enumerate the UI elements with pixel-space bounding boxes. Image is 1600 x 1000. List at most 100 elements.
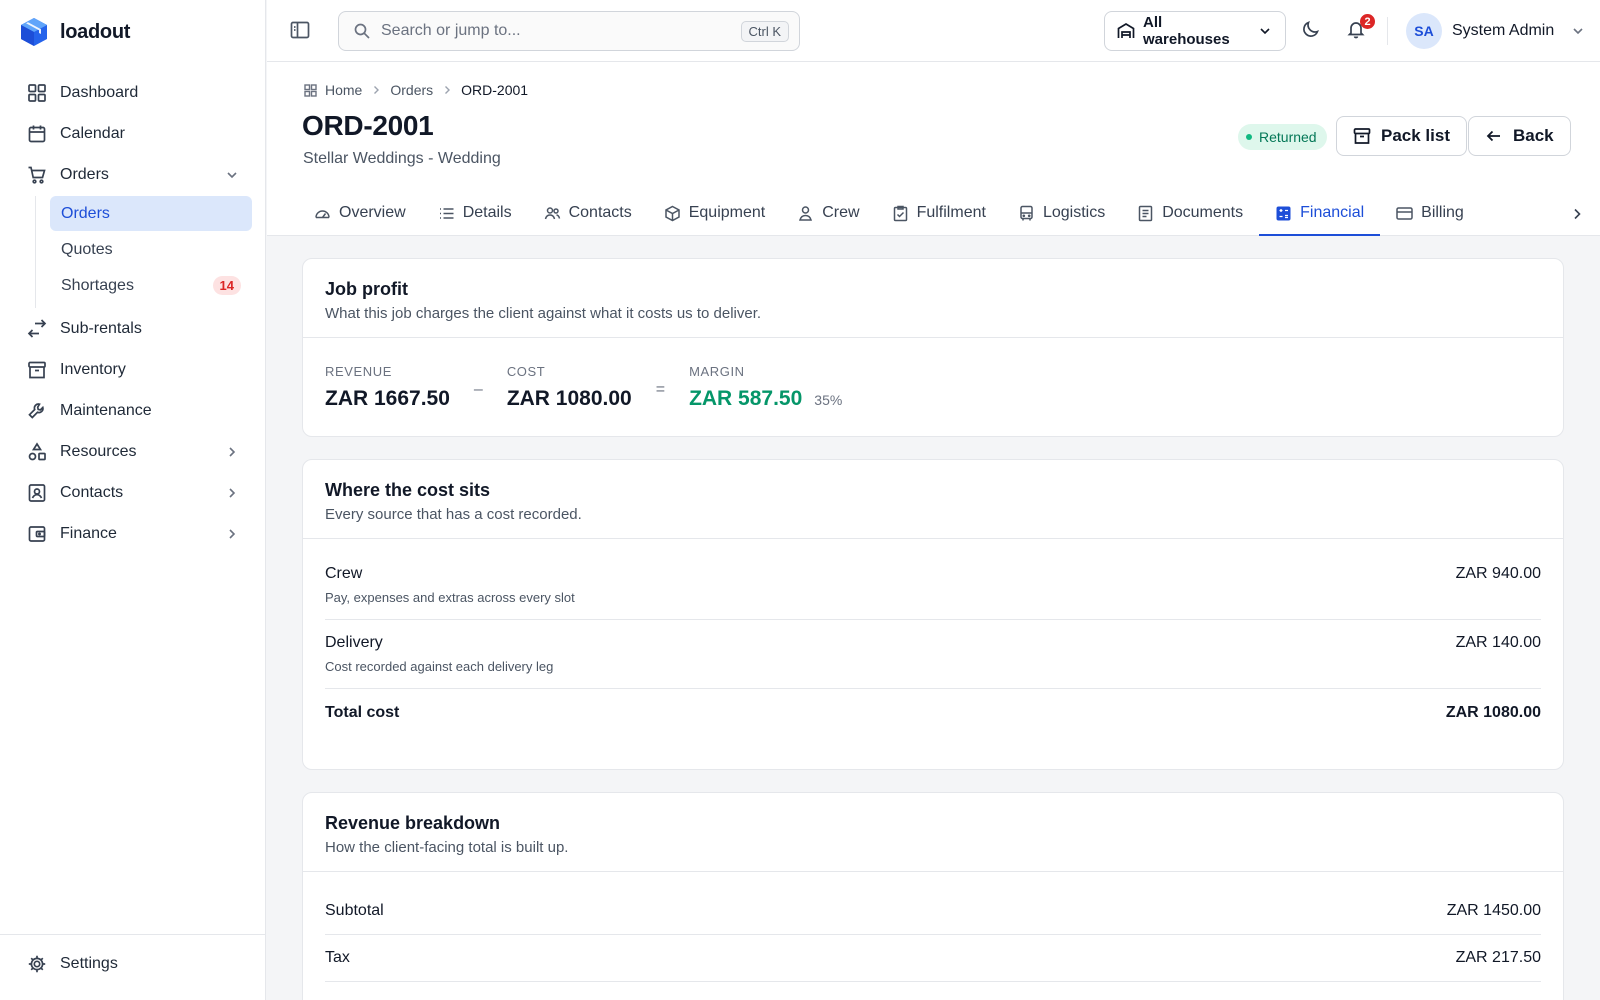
sidebar-item-contacts[interactable]: Contacts (14, 472, 252, 513)
tab-label: Contacts (568, 204, 632, 221)
sidebar-item-sub-rentals[interactable]: Sub-rentals (14, 308, 252, 349)
sidebar-item-inventory[interactable]: Inventory (14, 349, 252, 390)
search-input[interactable] (381, 22, 741, 40)
equals-operator: = (655, 381, 666, 398)
cost-row-text: Delivery Cost recorded against each deli… (325, 634, 553, 688)
cost-row-text: Crew Pay, expenses and extras across eve… (325, 565, 575, 619)
status-badge: Returned (1238, 124, 1327, 150)
tab-billing[interactable]: Billing (1380, 192, 1480, 236)
tab-label: Overview (339, 204, 406, 221)
sidebar-subitem-shortages[interactable]: Shortages 14 (50, 268, 252, 303)
sidebar-item-label: Inventory (60, 360, 126, 378)
box-icon (664, 205, 681, 222)
minus-operator: – (473, 381, 483, 398)
sidebar-item-label: Calendar (60, 124, 125, 142)
status-label: Returned (1259, 129, 1317, 145)
card-header: Job profit What this job charges the cli… (303, 259, 1563, 338)
tab-details[interactable]: Details (422, 192, 528, 236)
breadcrumb-orders[interactable]: Orders (390, 82, 433, 98)
sidebar-subitem-quotes[interactable]: Quotes (50, 232, 252, 267)
tab-contacts[interactable]: Contacts (528, 192, 648, 236)
page-subtitle: Stellar Weddings - Wedding (303, 150, 501, 167)
tab-label: Logistics (1042, 204, 1106, 221)
notifications-button[interactable]: 2 (1346, 14, 1375, 41)
cost-total-label: Total cost (325, 704, 400, 721)
contact-card-icon (26, 482, 48, 504)
sidebar-subitem-label: Orders (61, 204, 110, 222)
page-header: Home Orders ORD-2001 ORD-2001 Stellar We… (267, 62, 1600, 236)
global-search[interactable]: Ctrl K (338, 11, 800, 51)
sidebar: loadout Dashboard Calendar Orders Orders… (0, 0, 266, 1000)
arrow-left-icon (1485, 127, 1503, 145)
chevron-down-icon[interactable] (224, 167, 240, 183)
cube-logo-icon (20, 17, 48, 47)
cost-total-row: Total cost ZAR 1080.00 (325, 689, 1541, 737)
sidebar-toggle-icon[interactable] (289, 19, 313, 43)
app-logo[interactable]: loadout (20, 16, 130, 48)
back-button[interactable]: Back (1468, 116, 1571, 156)
sidebar-item-calendar[interactable]: Calendar (14, 113, 252, 154)
sidebar-subitem-label: Quotes (61, 240, 113, 258)
revenue-row-value: ZAR 1450.00 (1446, 902, 1541, 919)
warehouse-icon (1117, 22, 1135, 40)
margin-label: MARGIN (689, 364, 745, 379)
sidebar-item-label: Maintenance (60, 401, 152, 419)
cost-row-desc: Cost recorded against each delivery leg (325, 659, 554, 674)
revenue-metric: REVENUE ZAR 1667.50 (325, 364, 450, 411)
tab-logistics[interactable]: Logistics (1002, 192, 1121, 236)
top-bar: Ctrl K All warehouses 2 SA System Admin (267, 0, 1600, 62)
cost-value: ZAR 1080.00 (506, 387, 632, 410)
sidebar-item-resources[interactable]: Resources (14, 431, 252, 472)
user-name: System Admin (1452, 22, 1555, 39)
sidebar-item-orders[interactable]: Orders (14, 154, 252, 195)
card-header: Where the cost sits Every source that ha… (303, 460, 1563, 539)
sidebar-item-dashboard[interactable]: Dashboard (14, 72, 252, 113)
tab-financial[interactable]: Financial (1259, 192, 1381, 236)
tab-fulfilment[interactable]: Fulfilment (876, 192, 1002, 236)
breadcrumb-home[interactable]: Home (325, 82, 362, 98)
page-title: ORD-2001 (302, 110, 434, 141)
status-dot (1246, 134, 1252, 140)
sidebar-item-settings[interactable]: Settings (14, 943, 251, 984)
sidebar-item-label: Contacts (60, 483, 124, 501)
sidebar-item-finance[interactable]: Finance (14, 513, 252, 554)
revenue-label: REVENUE (325, 364, 393, 379)
tab-documents[interactable]: Documents (1121, 192, 1259, 236)
chevron-right-icon[interactable] (224, 444, 240, 460)
list-icon (438, 205, 455, 222)
sidebar-subitem-orders[interactable]: Orders (50, 196, 252, 231)
tab-equipment[interactable]: Equipment (648, 192, 782, 236)
user-menu[interactable]: SA System Admin (1406, 13, 1586, 49)
breadcrumb: Home Orders ORD-2001 (304, 82, 528, 98)
revenue-row-name: Subtotal (325, 902, 384, 919)
back-label: Back (1513, 126, 1554, 145)
home-grid-icon (304, 83, 317, 97)
calendar-icon (26, 123, 48, 145)
revenue-value: ZAR 1667.50 (325, 387, 450, 410)
search-shortcut-hint: Ctrl K (740, 20, 789, 42)
main-nav: Dashboard Calendar Orders Orders Quotes … (14, 72, 252, 554)
tab-label: Crew (822, 204, 860, 221)
archive-icon (1353, 127, 1371, 145)
cart-icon (26, 164, 48, 186)
search-icon (353, 22, 371, 40)
users-icon (544, 205, 561, 222)
pack-list-button[interactable]: Pack list (1336, 116, 1467, 156)
cost-row-crew: Crew Pay, expenses and extras across eve… (325, 551, 1541, 620)
sidebar-item-label: Dashboard (60, 83, 139, 101)
tab-label: Financial (1300, 204, 1365, 221)
moon-icon[interactable] (1301, 19, 1323, 41)
cost-breakdown-card: Where the cost sits Every source that ha… (302, 459, 1564, 770)
order-tabs: Overview Details Contacts Equipment Crew… (298, 192, 1600, 236)
chevron-right-icon[interactable] (224, 485, 240, 501)
chevron-right-icon[interactable] (1568, 205, 1586, 223)
margin-metric: MARGIN ZAR 587.50 35% (689, 364, 842, 411)
card-description: Every source that has a cost recorded. (325, 506, 582, 523)
pack-list-label: Pack list (1381, 126, 1450, 145)
warehouse-select[interactable]: All warehouses (1104, 11, 1286, 51)
calculator-icon (1275, 205, 1292, 222)
tab-crew[interactable]: Crew (781, 192, 875, 236)
chevron-right-icon[interactable] (224, 526, 240, 542)
sidebar-item-maintenance[interactable]: Maintenance (14, 390, 252, 431)
tab-overview[interactable]: Overview (298, 192, 422, 236)
